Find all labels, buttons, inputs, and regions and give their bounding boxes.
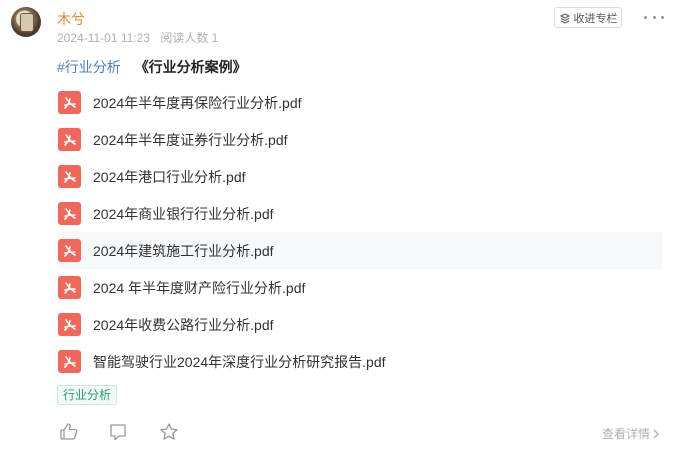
pdf-icon <box>58 165 81 188</box>
pdf-icon <box>58 276 81 299</box>
file-item[interactable]: 2024年建筑施工行业分析.pdf <box>57 232 662 269</box>
view-detail-link[interactable]: 查看详情 <box>602 425 660 442</box>
file-name: 2024年半年度再保险行业分析.pdf <box>93 94 302 111</box>
file-item[interactable]: 2024年商业银行行业分析.pdf <box>57 195 662 232</box>
hashtag-link[interactable]: #行业分析 <box>57 59 121 75</box>
post-meta: 2024-11-01 11:23 阅读人数 1 <box>57 29 225 46</box>
book-title: 《行业分析案例》 <box>134 59 247 75</box>
file-name: 2024年半年度证券行业分析.pdf <box>93 131 288 148</box>
file-item[interactable]: 智能驾驶行业2024年深度行业分析研究报告.pdf <box>57 343 662 380</box>
star-icon[interactable] <box>159 422 179 442</box>
pdf-icon <box>58 202 81 225</box>
chevron-right-icon <box>653 429 659 438</box>
file-item[interactable]: 2024年收费公路行业分析.pdf <box>57 306 662 343</box>
file-name: 2024 年半年度财产险行业分析.pdf <box>93 279 306 296</box>
post-date: 2024-11-01 11:23 <box>57 31 150 45</box>
file-item[interactable]: 2024年半年度证券行业分析.pdf <box>57 121 662 158</box>
topic-tag[interactable]: 行业分析 <box>57 385 118 405</box>
more-icon[interactable] <box>644 10 664 24</box>
file-name: 智能驾驶行业2024年深度行业分析研究报告.pdf <box>93 353 386 370</box>
pdf-icon <box>58 91 81 114</box>
pdf-icon <box>58 128 81 151</box>
pdf-icon <box>58 313 81 336</box>
file-item[interactable]: 2024 年半年度财产险行业分析.pdf <box>57 269 662 306</box>
pdf-icon <box>58 239 81 262</box>
file-item[interactable]: 2024年半年度再保险行业分析.pdf <box>57 84 662 121</box>
collect-button[interactable]: 收进专栏 <box>554 7 622 28</box>
file-list: 2024年半年度再保险行业分析.pdf 2024年半年度证券行业分析.pdf 2… <box>57 84 662 380</box>
pdf-icon <box>58 350 81 373</box>
file-item[interactable]: 2024年港口行业分析.pdf <box>57 158 662 195</box>
post-title: #行业分析 《行业分析案例》 <box>57 57 247 77</box>
collect-label: 收进专栏 <box>573 12 618 25</box>
file-name: 2024年港口行业分析.pdf <box>93 168 246 185</box>
reader-count: 阅读人数 1 <box>160 31 219 45</box>
file-name: 2024年商业银行行业分析.pdf <box>93 205 274 222</box>
like-icon[interactable] <box>59 422 79 442</box>
comment-icon[interactable] <box>108 422 128 442</box>
file-name: 2024年收费公路行业分析.pdf <box>93 316 274 333</box>
author-name[interactable]: 木兮 <box>57 9 85 29</box>
detail-label: 查看详情 <box>602 427 651 441</box>
avatar[interactable] <box>11 7 41 37</box>
file-name: 2024年建筑施工行业分析.pdf <box>93 242 274 259</box>
collect-icon <box>559 12 570 24</box>
